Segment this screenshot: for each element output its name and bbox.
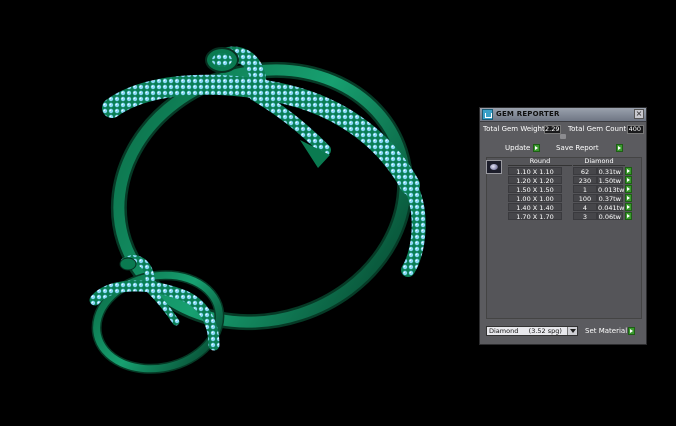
gem-count: 1 xyxy=(573,185,597,194)
gem-size: 1.70 X 1.70 xyxy=(508,212,562,221)
panel-title: GEM REPORTER xyxy=(496,110,560,118)
total-count-value: 400 xyxy=(627,125,644,134)
gem-count: 62 xyxy=(573,167,597,176)
update-button[interactable] xyxy=(533,144,540,152)
row-select-button[interactable] xyxy=(625,167,632,175)
gem-reporter-panel: GEM REPORTER × Total Gem Weight 2.29 Tot… xyxy=(479,107,647,345)
gem-size: 1.00 X 1.00 xyxy=(508,194,562,203)
gem-size: 1.50 X 1.50 xyxy=(508,185,562,194)
set-material-label: Set Material xyxy=(585,327,628,335)
ring-small xyxy=(89,255,225,374)
table-row[interactable]: 1.10 X 1.10 62 0.31tw xyxy=(486,167,634,176)
gem-weight: 0.06tw xyxy=(597,212,623,221)
gem-table: Round Diamond 1.10 X 1.10 62 0.31tw 1.20… xyxy=(486,157,634,227)
gem-count: 3 xyxy=(573,212,597,221)
material-select-value: Diamond (3.52 spg) xyxy=(489,327,562,335)
row-select-button[interactable] xyxy=(625,176,632,184)
total-weight-value: 2.29 xyxy=(544,125,561,134)
column-header-shape: Round xyxy=(508,157,572,166)
gem-weight: 0.37tw xyxy=(597,194,623,203)
row-select-button[interactable] xyxy=(625,203,632,211)
table-row[interactable]: 1.70 X 1.70 3 0.06tw xyxy=(486,212,634,221)
column-header-material: Diamond xyxy=(573,157,625,166)
title-bar[interactable]: GEM REPORTER × xyxy=(480,108,646,122)
gem-size: 1.20 X 1.20 xyxy=(508,176,562,185)
table-row[interactable]: 1.20 X 1.20 230 1.50tw xyxy=(486,176,634,185)
gem-size: 1.10 X 1.10 xyxy=(508,167,562,176)
close-icon[interactable]: × xyxy=(634,109,644,119)
row-select-button[interactable] xyxy=(625,185,632,193)
row-select-button[interactable] xyxy=(625,212,632,220)
gem-count: 4 xyxy=(573,203,597,212)
total-count-label: Total Gem Count xyxy=(568,125,627,133)
chevron-down-icon[interactable] xyxy=(567,327,577,335)
gem-weight: 0.013tw xyxy=(597,185,625,194)
collapse-handle-icon[interactable] xyxy=(560,134,566,139)
table-row[interactable]: 1.00 X 1.00 100 0.37tw xyxy=(486,194,634,203)
set-material-button[interactable] xyxy=(628,327,635,335)
gem-size: 1.40 X 1.40 xyxy=(508,203,562,212)
gem-weight: 0.041tw xyxy=(597,203,625,212)
total-weight-label: Total Gem Weight xyxy=(483,125,545,133)
gem-count: 230 xyxy=(573,176,597,185)
table-row[interactable]: 1.40 X 1.40 4 0.041tw xyxy=(486,203,634,212)
gem-count: 100 xyxy=(573,194,597,203)
bangle-large xyxy=(102,46,426,331)
gem-reporter-app-icon xyxy=(482,109,493,120)
save-report-button[interactable] xyxy=(616,144,623,152)
gem-weight: 1.50tw xyxy=(597,176,623,185)
material-select[interactable]: Diamond (3.52 spg) xyxy=(486,326,578,336)
update-label: Update xyxy=(505,144,531,152)
table-row[interactable]: 1.50 X 1.50 1 0.013tw xyxy=(486,185,634,194)
save-report-label: Save Report xyxy=(556,144,599,152)
gem-weight: 0.31tw xyxy=(597,167,623,176)
row-select-button[interactable] xyxy=(625,194,632,202)
